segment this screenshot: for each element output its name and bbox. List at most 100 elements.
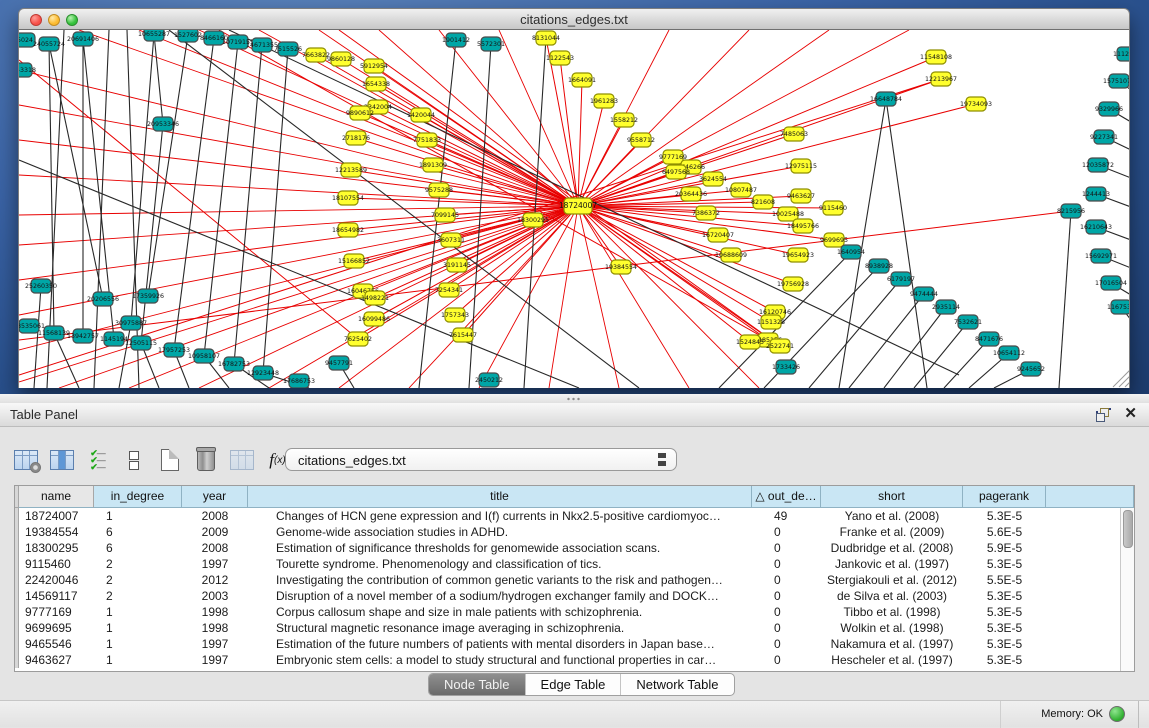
graph-node[interactable]: 2043318: [19, 63, 36, 77]
row-selection-icon[interactable]: ✔✔✔: [84, 446, 111, 474]
graph-node[interactable]: 7751833: [413, 133, 441, 147]
graph-node[interactable]: 1891309: [419, 158, 447, 172]
graph-node[interactable]: 17016504: [1095, 276, 1127, 290]
table-row[interactable]: 1938455462009Genome-wide association stu…: [15, 524, 1121, 540]
tab-edge-table[interactable]: Edge Table: [525, 674, 621, 695]
table-panel-titlebar[interactable]: Table Panel ✕: [0, 403, 1149, 427]
graph-node[interactable]: 1122543: [546, 51, 574, 65]
graph-node[interactable]: 1167533: [1107, 300, 1130, 314]
graph-node[interactable]: 16782753: [218, 357, 250, 371]
memory-status-indicator[interactable]: [1109, 706, 1125, 722]
graph-node[interactable]: 20364436: [675, 187, 707, 201]
graph-node[interactable]: 15751074: [1103, 74, 1130, 88]
network-canvas[interactable]: 5024240557242069140610655287152760284661…: [18, 30, 1130, 388]
graph-node[interactable]: 1498221: [361, 291, 389, 305]
graph-node[interactable]: 3624554: [699, 172, 727, 186]
graph-node[interactable]: 9245652: [1017, 362, 1045, 376]
graph-node[interactable]: 2718176: [342, 131, 370, 145]
graph-node[interactable]: 5572301: [477, 37, 505, 51]
graph-node[interactable]: 12213589: [335, 163, 367, 177]
graph-node[interactable]: 17359926: [132, 289, 164, 303]
graph-node[interactable]: 1527602: [174, 30, 202, 42]
graph-node[interactable]: 9575288: [425, 183, 453, 197]
column-header-title[interactable]: title: [248, 486, 752, 508]
graph-node[interactable]: 1145194: [100, 332, 128, 346]
graph-node[interactable]: 10958107: [188, 349, 220, 363]
column-header-out_de[interactable]: △ out_de…: [752, 486, 821, 508]
graph-node[interactable]: 17957253: [158, 343, 190, 357]
delete-table-icon[interactable]: [192, 446, 219, 474]
graph-node[interactable]: 1151328: [757, 315, 785, 329]
graph-node[interactable]: 1640954: [837, 245, 865, 259]
close-panel-icon[interactable]: ✕: [1124, 406, 1137, 422]
scrollbar-thumb[interactable]: [1123, 510, 1133, 548]
graph-node[interactable]: 821608: [751, 195, 775, 209]
graph-node[interactable]: 1420044: [407, 108, 435, 122]
graph-node[interactable]: 1757343: [441, 308, 469, 322]
graph-node[interactable]: 16099486: [358, 312, 390, 326]
graph-node[interactable]: 10688609: [715, 248, 747, 262]
graph-node[interactable]: 1654338: [362, 77, 390, 91]
graph-node[interactable]: 7254341: [435, 283, 463, 297]
graph-node[interactable]: 9227341: [1090, 130, 1118, 144]
graph-node[interactable]: 1524845: [736, 335, 764, 349]
graph-node[interactable]: 1244413: [1082, 187, 1110, 201]
graph-node[interactable]: 7532621: [954, 315, 982, 329]
tab-node-table[interactable]: Node Table: [429, 674, 525, 695]
graph-node[interactable]: 12505115: [125, 336, 157, 350]
table-row[interactable]: 946554611997Estimation of the future num…: [15, 636, 1121, 652]
graph-node[interactable]: 8471676: [975, 332, 1003, 346]
graph-node[interactable]: 9860128: [327, 52, 355, 66]
graph-node[interactable]: 17686753: [283, 374, 315, 388]
graph-node[interactable]: 9890612: [346, 106, 374, 120]
column-visibility-icon[interactable]: [48, 446, 75, 474]
graph-node[interactable]: 7663822: [302, 48, 330, 62]
table-selector-dropdown[interactable]: citations_edges.txt: [285, 448, 677, 471]
graph-node[interactable]: 9329966: [1095, 102, 1123, 116]
graph-node[interactable]: 10654112: [993, 346, 1025, 360]
network-window-titlebar[interactable]: citations_edges.txt: [18, 8, 1130, 30]
graph-node[interactable]: 12923448: [247, 366, 279, 380]
graph-node[interactable]: 10655287: [138, 30, 170, 41]
splitter-grip-icon[interactable]: [566, 397, 580, 401]
graph-node[interactable]: 9558712: [627, 133, 655, 147]
graph-node[interactable]: 2450212: [475, 373, 503, 387]
graph-node[interactable]: 7615447: [449, 328, 477, 342]
table-row[interactable]: 977716911998Corpus callosum shape and si…: [15, 604, 1121, 620]
column-header-name[interactable]: name: [19, 486, 94, 508]
graph-node[interactable]: 12213967: [925, 72, 957, 86]
graph-node[interactable]: 7099145: [431, 208, 459, 222]
table-row[interactable]: 969969511998Structural magnetic resonanc…: [15, 620, 1121, 636]
graph-node[interactable]: 1733426: [772, 360, 800, 374]
table-row[interactable]: 2242004622012Investigating the contribut…: [15, 572, 1121, 588]
graph-node[interactable]: 1558212: [610, 113, 638, 127]
graph-node[interactable]: 6497568: [662, 165, 690, 179]
graph-node[interactable]: 8938928: [865, 259, 893, 273]
table-row[interactable]: 946362711997Embryonic stem cells: a mode…: [15, 652, 1121, 668]
citation-network-graph[interactable]: 5024240557242069140610655287152760284661…: [19, 30, 1130, 388]
graph-node[interactable]: 3191145: [443, 258, 471, 272]
graph-node[interactable]: 9115460: [819, 201, 847, 215]
graph-node[interactable]: 10807487: [725, 183, 757, 197]
graph-node[interactable]: 6179197: [887, 272, 915, 286]
column-header-year[interactable]: year: [182, 486, 248, 508]
column-header-in_degree[interactable]: in_degree: [94, 486, 182, 508]
graph-node[interactable]: 19756928: [777, 277, 809, 291]
graph-node[interactable]: 15166852: [338, 254, 370, 268]
graph-node[interactable]: 19384554: [605, 260, 637, 274]
graph-node[interactable]: 16210643: [1080, 220, 1112, 234]
table-row[interactable]: 911546021997Tourette syndrome. Phenomeno…: [15, 556, 1121, 572]
table-row[interactable]: 1456911722003Disruption of a novel membe…: [15, 588, 1121, 604]
float-window-icon[interactable]: [1096, 408, 1111, 422]
vertical-scrollbar[interactable]: [1120, 508, 1134, 671]
panel-splitter[interactable]: [0, 394, 1149, 403]
graph-node[interactable]: 7515526: [274, 42, 302, 56]
graph-node[interactable]: 7625402: [344, 332, 372, 346]
clear-table-icon[interactable]: [228, 446, 255, 474]
graph-node[interactable]: 8215956: [1057, 204, 1085, 218]
graph-node[interactable]: 18724007: [559, 198, 597, 214]
column-header-pagerank[interactable]: pagerank: [963, 486, 1046, 508]
graph-node[interactable]: 18107554: [332, 191, 364, 205]
table-row[interactable]: 1830029562008Estimation of significance …: [15, 540, 1121, 556]
graph-node[interactable]: 9463627: [787, 189, 815, 203]
